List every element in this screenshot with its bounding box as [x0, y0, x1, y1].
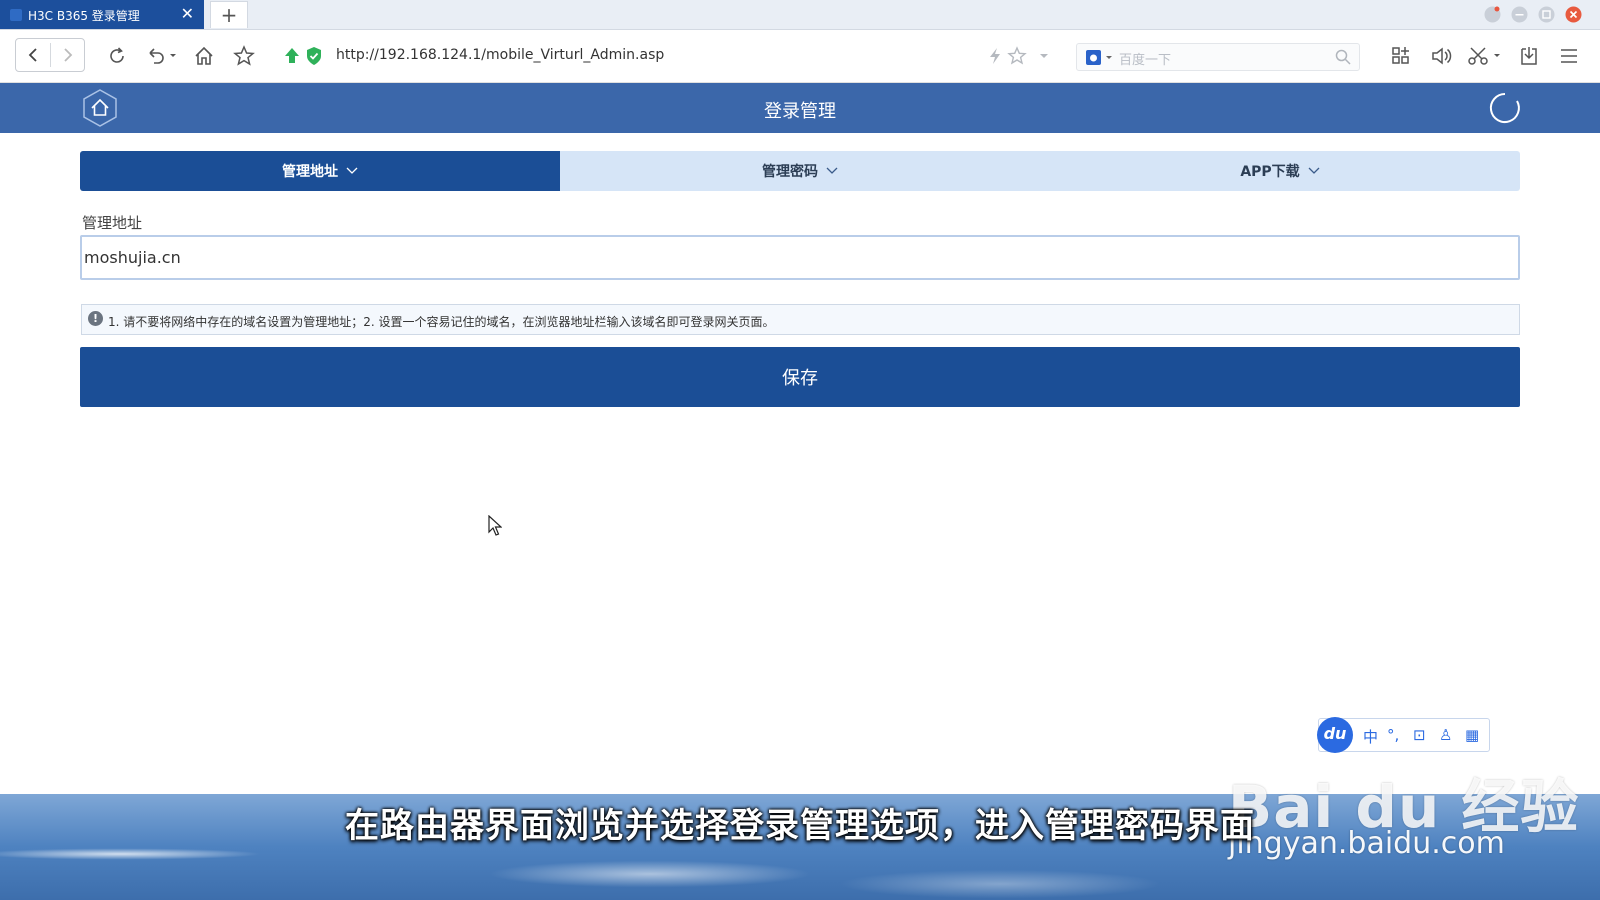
- settings-tabs: 管理地址 管理密码 APP下载: [80, 151, 1520, 191]
- info-icon: !: [88, 311, 103, 326]
- apps-grid-icon[interactable]: [1386, 41, 1416, 71]
- search-box[interactable]: 百度一下: [1076, 43, 1360, 71]
- nav-buttons: [15, 38, 85, 72]
- ime-user-icon[interactable]: ♙: [1439, 726, 1452, 744]
- tab-manage-password[interactable]: 管理密码: [560, 151, 1040, 191]
- search-engine-icon[interactable]: [1085, 49, 1115, 71]
- search-icon[interactable]: [1335, 49, 1351, 69]
- manage-address-label: 管理地址: [82, 214, 143, 232]
- chevron-down-icon: [346, 163, 358, 179]
- tab-close-icon[interactable]: ✕: [181, 4, 194, 24]
- home-icon[interactable]: [189, 41, 219, 71]
- tab-manage-address[interactable]: 管理地址: [80, 151, 560, 191]
- window-close-icon[interactable]: [1565, 6, 1582, 23]
- save-button[interactable]: 保存: [80, 347, 1520, 407]
- ime-punctuation-icon[interactable]: °,: [1387, 726, 1399, 744]
- skin-icon[interactable]: [1484, 6, 1501, 23]
- tab-label: APP下载: [1240, 164, 1300, 180]
- video-subtitle: 在路由器界面浏览并选择登录管理选项，进入管理密码界面: [345, 806, 1255, 846]
- lightning-icon[interactable]: [983, 41, 1007, 71]
- browser-toolbar: http://192.168.124.1/mobile_Virturl_Admi…: [0, 30, 1600, 83]
- address-bar[interactable]: http://192.168.124.1/mobile_Virturl_Admi…: [336, 47, 664, 63]
- forward-icon[interactable]: [59, 46, 77, 68]
- maximize-icon[interactable]: [1538, 6, 1555, 23]
- ime-chinese-mode[interactable]: 中: [1363, 726, 1378, 747]
- browser-tab-strip: H3C B365 登录管理 ✕ +: [0, 0, 1600, 30]
- browser-tab-title: H3C B365 登录管理: [28, 9, 140, 23]
- security-shield-icon[interactable]: [302, 41, 326, 71]
- search-placeholder: 百度一下: [1119, 53, 1172, 68]
- reload-icon[interactable]: [102, 41, 132, 71]
- browser-tab[interactable]: H3C B365 登录管理 ✕: [0, 0, 204, 29]
- mouse-cursor-icon: [488, 514, 503, 541]
- chevron-down-icon: [826, 163, 838, 179]
- minimize-icon[interactable]: [1511, 6, 1528, 23]
- page-favicon-icon: [10, 9, 22, 21]
- download-icon[interactable]: [1514, 41, 1544, 71]
- ime-keyboard-icon[interactable]: ⊡: [1413, 726, 1426, 744]
- chevron-down-icon: [1308, 163, 1320, 179]
- page-title: 登录管理: [764, 101, 836, 122]
- tab-app-download[interactable]: APP下载: [1040, 151, 1520, 191]
- speaker-icon[interactable]: [1426, 41, 1456, 71]
- tab-label: 管理密码: [762, 164, 818, 180]
- ime-grid-icon[interactable]: ▦: [1465, 726, 1479, 744]
- tip-text: 1. 请不要将网络中存在的域名设置为管理地址；2. 设置一个容易记住的域名，在浏…: [108, 315, 775, 329]
- tip-box: ! 1. 请不要将网络中存在的域名设置为管理地址；2. 设置一个容易记住的域名，…: [81, 304, 1520, 335]
- site-verified-icon[interactable]: [280, 41, 304, 71]
- undo-close-icon[interactable]: [142, 41, 182, 71]
- screenshot-scissors-icon[interactable]: [1466, 41, 1506, 71]
- manage-address-input[interactable]: [80, 235, 1520, 280]
- favorites-dropdown-icon[interactable]: [1005, 41, 1053, 71]
- tab-label: 管理地址: [282, 164, 338, 180]
- menu-icon[interactable]: [1554, 41, 1584, 71]
- page-header: 登录管理: [0, 83, 1600, 133]
- ime-toolbar: du 中 °, ⊡ ♙ ▦: [1317, 717, 1490, 753]
- new-tab-button[interactable]: +: [210, 1, 248, 28]
- bookmark-star-icon[interactable]: [229, 41, 259, 71]
- baidu-ime-logo-icon[interactable]: du: [1317, 717, 1353, 753]
- back-icon[interactable]: [24, 46, 42, 68]
- refresh-circle-icon[interactable]: [1488, 91, 1522, 125]
